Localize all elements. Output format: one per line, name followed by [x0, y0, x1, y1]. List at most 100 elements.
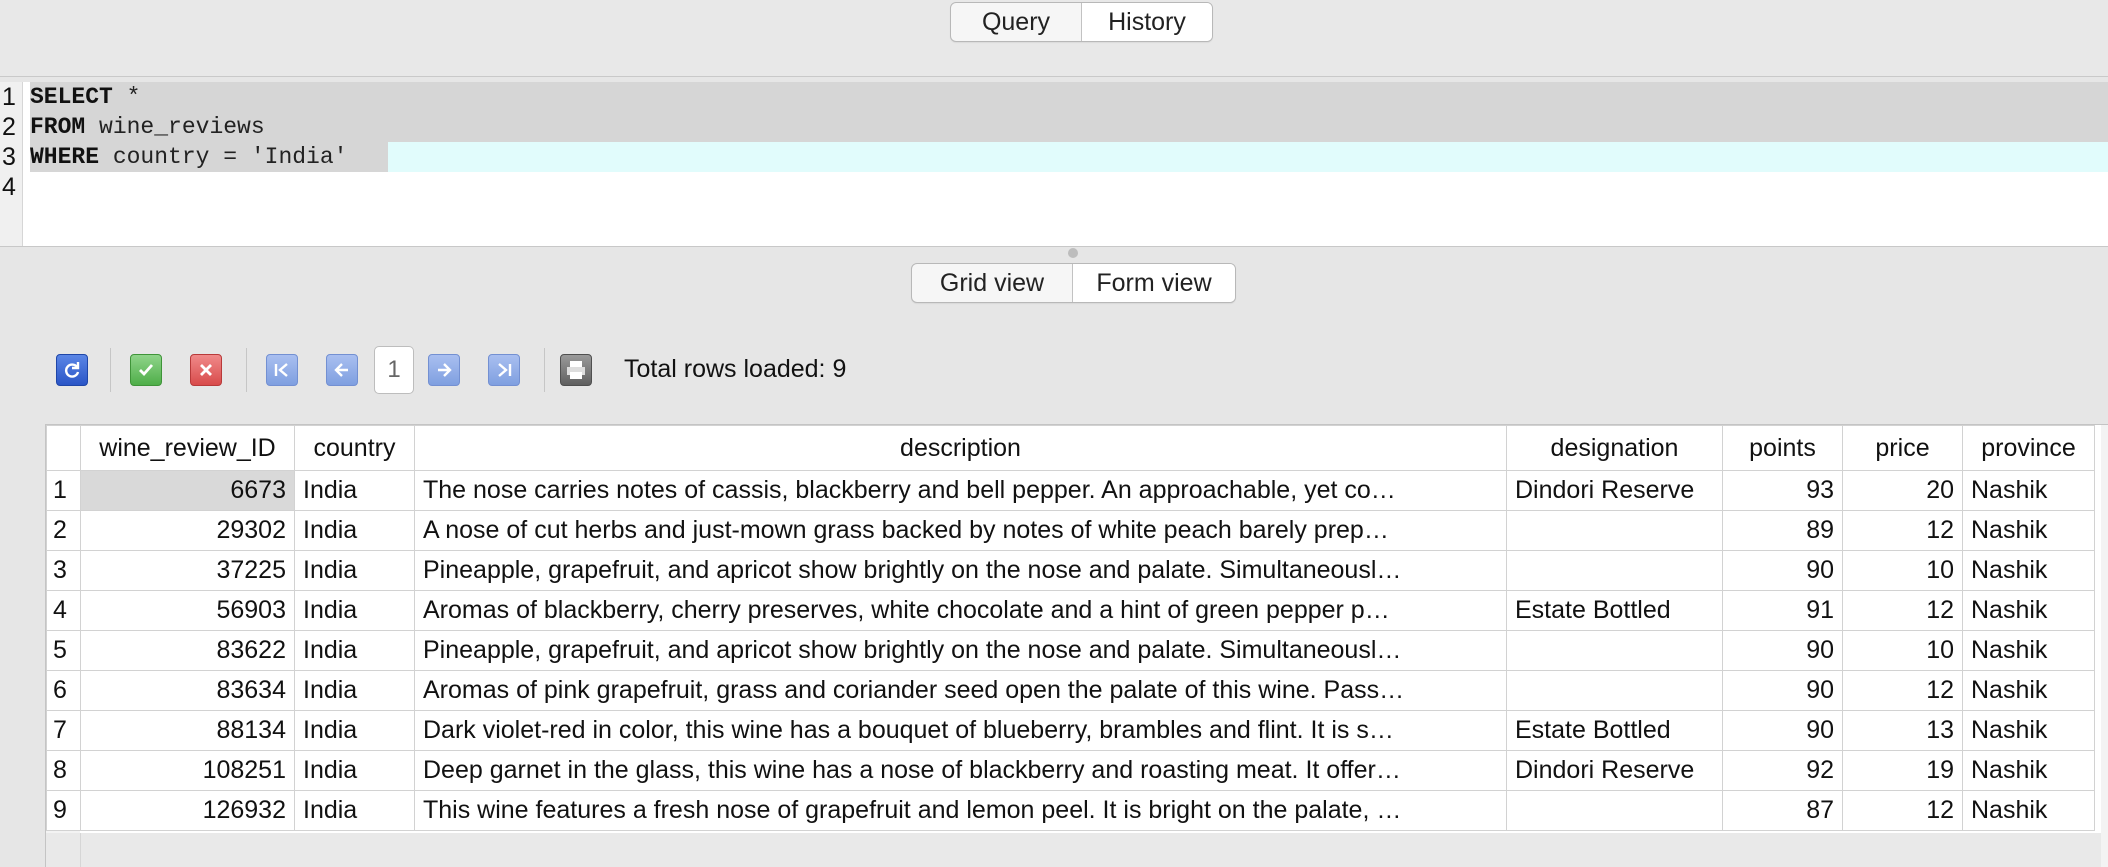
column-header[interactable]: country: [294, 425, 415, 471]
splitter-handle[interactable]: [1068, 248, 1078, 258]
column-header[interactable]: description: [414, 425, 1507, 471]
cell-province[interactable]: Nashik: [1962, 590, 2095, 631]
cell-country[interactable]: India: [294, 790, 415, 831]
cell-province[interactable]: Nashik: [1962, 670, 2095, 711]
cell-wine-review-id[interactable]: 6673: [80, 470, 295, 511]
cell-price[interactable]: 10: [1842, 630, 1963, 671]
cell-province[interactable]: Nashik: [1962, 710, 2095, 751]
cell-description[interactable]: A nose of cut herbs and just-mown grass …: [414, 510, 1507, 551]
tab-grid-view[interactable]: Grid view: [912, 264, 1072, 302]
cell-province[interactable]: Nashik: [1962, 470, 2095, 511]
table-row[interactable]: 2 29302 India A nose of cut herbs and ju…: [46, 510, 2095, 551]
cell-wine-review-id[interactable]: 108251: [80, 750, 295, 791]
next-page-icon[interactable]: [428, 354, 460, 386]
cell-price[interactable]: 12: [1842, 670, 1963, 711]
tab-form-view[interactable]: Form view: [1072, 264, 1235, 302]
cell-description[interactable]: Pineapple, grapefruit, and apricot show …: [414, 630, 1507, 671]
cell-province[interactable]: Nashik: [1962, 550, 2095, 591]
column-header[interactable]: wine_review_ID: [80, 425, 295, 471]
cell-points[interactable]: 89: [1722, 510, 1843, 551]
cell-wine-review-id[interactable]: 37225: [80, 550, 295, 591]
row-number: 3: [46, 550, 81, 591]
cell-country[interactable]: India: [294, 630, 415, 671]
table-row[interactable]: 4 56903 India Aromas of blackberry, cher…: [46, 590, 2095, 631]
cell-price[interactable]: 12: [1842, 590, 1963, 631]
refresh-icon[interactable]: [56, 354, 88, 386]
cell-price[interactable]: 12: [1842, 790, 1963, 831]
cell-designation[interactable]: Dindori Reserve: [1506, 750, 1723, 791]
page-number-input[interactable]: 1: [374, 346, 414, 394]
cell-points[interactable]: 90: [1722, 630, 1843, 671]
grid-form-switch: Grid view Form view: [911, 263, 1236, 303]
table-row[interactable]: 9 126932 India This wine features a fres…: [46, 790, 2095, 831]
cell-wine-review-id[interactable]: 126932: [80, 790, 295, 831]
cell-country[interactable]: India: [294, 550, 415, 591]
cell-country[interactable]: India: [294, 670, 415, 711]
table-row[interactable]: 3 37225 India Pineapple, grapefruit, and…: [46, 550, 2095, 591]
close-icon[interactable]: [190, 354, 222, 386]
cell-designation[interactable]: [1506, 550, 1723, 591]
cell-description[interactable]: The nose carries notes of cassis, blackb…: [414, 470, 1507, 511]
column-header[interactable]: points: [1722, 425, 1843, 471]
line-number: 3: [2, 143, 16, 171]
cell-description[interactable]: This wine features a fresh nose of grape…: [414, 790, 1507, 831]
last-page-glyph: [498, 363, 512, 377]
cell-points[interactable]: 87: [1722, 790, 1843, 831]
table-row[interactable]: 5 83622 India Pineapple, grapefruit, and…: [46, 630, 2095, 671]
cell-points[interactable]: 90: [1722, 710, 1843, 751]
cell-country[interactable]: India: [294, 510, 415, 551]
cell-designation[interactable]: Dindori Reserve: [1506, 470, 1723, 511]
cell-points[interactable]: 93: [1722, 470, 1843, 511]
cell-province[interactable]: Nashik: [1962, 790, 2095, 831]
cell-country[interactable]: India: [294, 470, 415, 511]
previous-page-icon[interactable]: [326, 354, 358, 386]
first-page-icon[interactable]: [266, 354, 298, 386]
grid-right-edge: [2101, 425, 2108, 867]
cell-description[interactable]: Aromas of pink grapefruit, grass and cor…: [414, 670, 1507, 711]
cell-country[interactable]: India: [294, 590, 415, 631]
cell-description[interactable]: Pineapple, grapefruit, and apricot show …: [414, 550, 1507, 591]
table-row[interactable]: 1 6673 India The nose carries notes of c…: [46, 470, 2095, 511]
cell-country[interactable]: India: [294, 710, 415, 751]
cell-designation[interactable]: Estate Bottled: [1506, 590, 1723, 631]
cell-price[interactable]: 20: [1842, 470, 1963, 511]
cell-wine-review-id[interactable]: 83622: [80, 630, 295, 671]
cell-wine-review-id[interactable]: 83634: [80, 670, 295, 711]
cell-designation[interactable]: [1506, 670, 1723, 711]
cell-designation[interactable]: [1506, 790, 1723, 831]
column-header[interactable]: price: [1842, 425, 1963, 471]
cell-province[interactable]: Nashik: [1962, 510, 2095, 551]
table-row[interactable]: 7 88134 India Dark violet-red in color, …: [46, 710, 2095, 751]
cell-wine-review-id[interactable]: 88134: [80, 710, 295, 751]
table-row[interactable]: 8 108251 India Deep garnet in the glass,…: [46, 750, 2095, 791]
cell-designation[interactable]: Estate Bottled: [1506, 710, 1723, 751]
table-row[interactable]: 6 83634 India Aromas of pink grapefruit,…: [46, 670, 2095, 711]
cell-country[interactable]: India: [294, 750, 415, 791]
toolbar-divider: [544, 348, 545, 392]
print-icon[interactable]: [560, 354, 592, 386]
last-page-icon[interactable]: [488, 354, 520, 386]
column-header[interactable]: designation: [1506, 425, 1723, 471]
cell-price[interactable]: 13: [1842, 710, 1963, 751]
cell-points[interactable]: 91: [1722, 590, 1843, 631]
cell-description[interactable]: Deep garnet in the glass, this wine has …: [414, 750, 1507, 791]
cell-points[interactable]: 90: [1722, 550, 1843, 591]
cell-points[interactable]: 92: [1722, 750, 1843, 791]
cell-price[interactable]: 12: [1842, 510, 1963, 551]
cell-points[interactable]: 90: [1722, 670, 1843, 711]
cell-designation[interactable]: [1506, 510, 1723, 551]
checkmark-icon[interactable]: [130, 354, 162, 386]
cell-designation[interactable]: [1506, 630, 1723, 671]
cell-price[interactable]: 19: [1842, 750, 1963, 791]
tab-query[interactable]: Query: [951, 3, 1081, 41]
tab-history[interactable]: History: [1081, 3, 1212, 41]
cell-wine-review-id[interactable]: 29302: [80, 510, 295, 551]
cell-description[interactable]: Dark violet-red in color, this wine has …: [414, 710, 1507, 751]
cell-province[interactable]: Nashik: [1962, 630, 2095, 671]
sql-editor[interactable]: 1 SELECT * 2 FROM wine_reviews 3 WHERE c…: [0, 82, 2108, 247]
cell-description[interactable]: Aromas of blackberry, cherry preserves, …: [414, 590, 1507, 631]
cell-price[interactable]: 10: [1842, 550, 1963, 591]
column-header[interactable]: province: [1962, 425, 2095, 471]
cell-province[interactable]: Nashik: [1962, 750, 2095, 791]
cell-wine-review-id[interactable]: 56903: [80, 590, 295, 631]
